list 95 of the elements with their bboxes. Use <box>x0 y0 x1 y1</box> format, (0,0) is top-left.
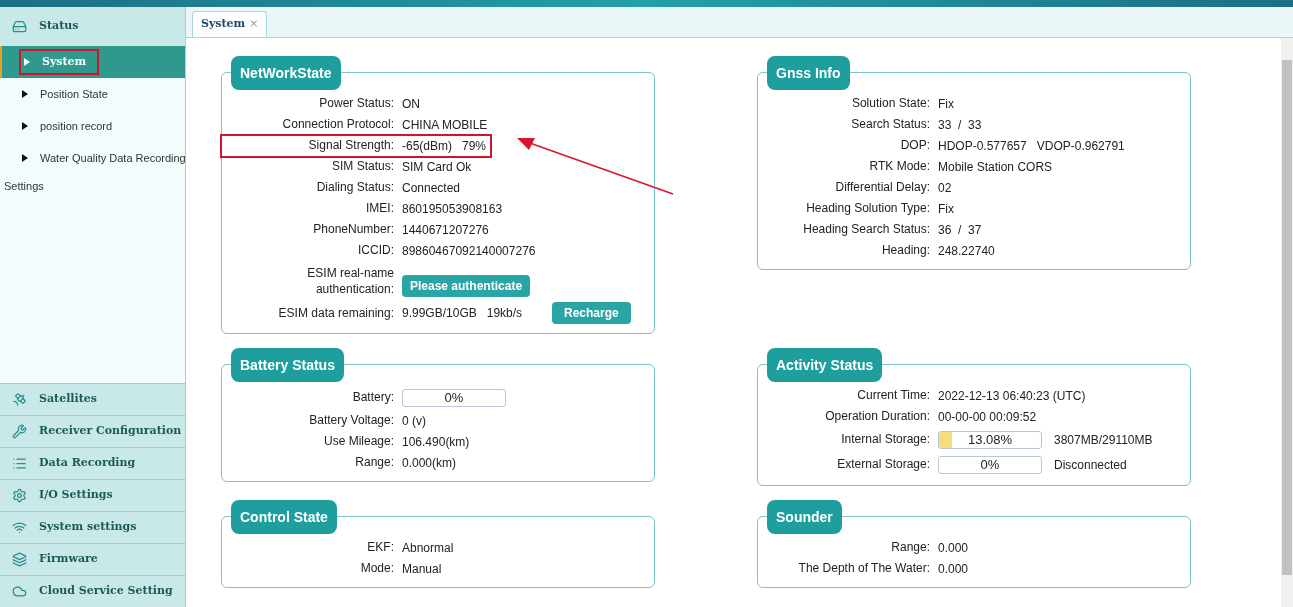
field-value: 2022-12-13 06:40:23 (UTC) <box>938 387 1087 405</box>
field-value: 33 / 33 <box>938 116 983 134</box>
panel-title: Gnss Info <box>767 56 850 90</box>
storage-note: Disconnected <box>1054 456 1127 474</box>
field-value: 106.490(km) <box>402 433 471 451</box>
field-label: External Storage: <box>836 457 931 472</box>
field-label: Heading: <box>880 243 931 258</box>
field-value: -65(dBm) 79% <box>402 137 488 155</box>
progress-text: 0% <box>443 389 465 406</box>
panel-title: NetWorkState <box>231 56 341 90</box>
panel-title: Sounder <box>767 500 842 534</box>
nav-item[interactable]: I/O Settings <box>0 479 185 511</box>
sidebar-item[interactable]: Position State <box>0 78 185 110</box>
field-value: Fix <box>938 95 955 113</box>
device-icon <box>12 19 27 34</box>
field-value: 1440671207276 <box>402 221 490 239</box>
field-value: 9.99GB/10GB 19kb/s <box>402 305 524 322</box>
layers-icon <box>12 552 27 567</box>
field-label: Current Time: <box>856 388 931 403</box>
field-value: 0 (v) <box>402 412 427 430</box>
caret-icon <box>22 122 28 130</box>
field-label: ICCID: <box>357 243 395 258</box>
field-label: Solution State: <box>850 96 931 111</box>
settings-label: Settings <box>3 179 44 194</box>
scrollbar-thumb[interactable] <box>1282 60 1292 575</box>
field-label: Differential Delay: <box>834 180 931 195</box>
field-label: Heading Search Status: <box>802 222 931 237</box>
field-label: Internal Storage: <box>840 432 931 447</box>
progress-text: 0% <box>979 456 1001 473</box>
field-label: Dialing Status: <box>315 180 395 195</box>
satellite-icon <box>12 392 27 407</box>
field-label: SIM Status: <box>330 159 395 174</box>
field-label: Signal Strength: <box>307 138 395 153</box>
field-label: Battery Voltage: <box>308 413 395 428</box>
sidebar-item[interactable]: System <box>0 46 185 78</box>
nav-item[interactable]: Receiver Configuration <box>0 415 185 447</box>
field-value: 00-00-00 00:09:52 <box>938 408 1038 426</box>
field-value: 0.000 <box>938 560 970 578</box>
field-value: 0.000(km) <box>402 454 458 472</box>
nav-item[interactable]: Data Recording <box>0 447 185 479</box>
field-value: 860195053908163 <box>402 200 504 218</box>
sidebar-header[interactable]: Status <box>0 7 185 46</box>
wifi-icon <box>12 520 27 535</box>
field-value: 02 <box>938 179 953 197</box>
field-label: Power Status: <box>318 96 395 111</box>
field-label: RTK Mode: <box>868 159 931 174</box>
sidebar-item[interactable]: Water Quality Data Recording <box>0 142 185 174</box>
field-value: 248.22740 <box>938 242 996 260</box>
field-value: Fix <box>938 200 955 218</box>
panel-title: Control State <box>231 500 337 534</box>
caret-icon <box>22 90 28 98</box>
field-label: Range: <box>890 540 931 555</box>
panel-title: Activity Status <box>767 348 883 382</box>
field-label: Heading Solution Type: <box>805 201 931 216</box>
list-icon <box>12 456 27 471</box>
field-label: DOP: <box>899 138 931 153</box>
progress-text: 13.08% <box>966 431 1014 448</box>
scrollbar[interactable] <box>1281 38 1293 607</box>
field-value: Connected <box>402 179 462 197</box>
field-value: 89860467092140007276 <box>402 242 537 260</box>
nav-item[interactable]: Satellites <box>0 383 185 415</box>
field-label: ESIM data remaining: <box>277 305 395 321</box>
field-label: Use Mileage: <box>322 434 395 449</box>
field-value: CHINA MOBILE <box>402 116 489 134</box>
panel-title: Battery Status <box>231 348 344 382</box>
field-value: ON <box>402 95 421 113</box>
settings-icon <box>12 488 27 503</box>
field-label: Battery: <box>351 390 395 405</box>
field-label: Range: <box>354 455 395 470</box>
nav-item[interactable]: Cloud Service Setting <box>0 575 185 607</box>
field-value: Manual <box>402 560 443 578</box>
field-label: IMEI: <box>365 201 395 216</box>
sidebar-item[interactable]: position record <box>0 110 185 142</box>
field-value: Mobile Station CORS <box>938 158 1054 176</box>
field-label: Connection Protocol: <box>281 117 395 132</box>
field-value: Abnormal <box>402 539 455 557</box>
field-value: 36 / 37 <box>938 221 983 239</box>
field-label: PhoneNumber: <box>312 222 395 237</box>
field-label: EKF: <box>366 540 395 555</box>
field-value: 0.000 <box>938 539 970 557</box>
field-label: ESIM real-name authentication: <box>306 265 394 297</box>
field-value: SIM Card Ok <box>402 158 473 176</box>
field-label: Mode: <box>359 561 395 576</box>
storage-note: 3807MB/29110MB <box>1054 431 1153 449</box>
field-label: The Depth of The Water: <box>797 561 931 576</box>
caret-icon <box>22 154 28 162</box>
field-label: Search Status: <box>850 117 931 132</box>
cloud-icon <box>12 584 27 599</box>
nav-item[interactable]: Firmware <box>0 543 185 575</box>
wrench-icon <box>12 424 27 439</box>
field-label: Operation Duration: <box>824 409 931 424</box>
field-value: HDOP-0.577657 VDOP-0.962791 <box>938 137 1126 155</box>
caret-icon <box>24 58 30 66</box>
nav-item[interactable]: System settings <box>0 511 185 543</box>
tab[interactable]: System × <box>192 11 268 37</box>
